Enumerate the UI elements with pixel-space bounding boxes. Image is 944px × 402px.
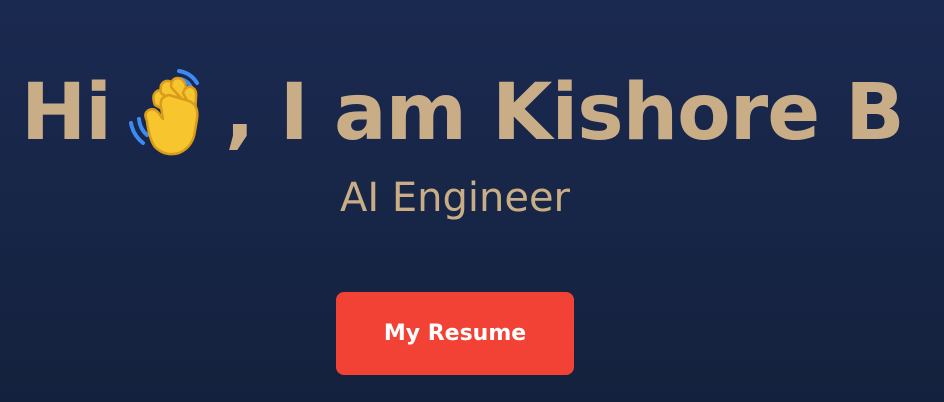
hero-section: Hi , I am Kishore B AI Engineer My Resum…: [0, 0, 944, 402]
greeting-text: Hi: [21, 68, 112, 159]
my-resume-button[interactable]: My Resume: [336, 292, 574, 375]
waving-hand-icon: [125, 65, 219, 161]
hero-headline: Hi , I am Kishore B: [21, 58, 905, 168]
intro-name-text: , I am Kishore B: [225, 68, 905, 159]
job-title: AI Engineer: [339, 175, 571, 221]
